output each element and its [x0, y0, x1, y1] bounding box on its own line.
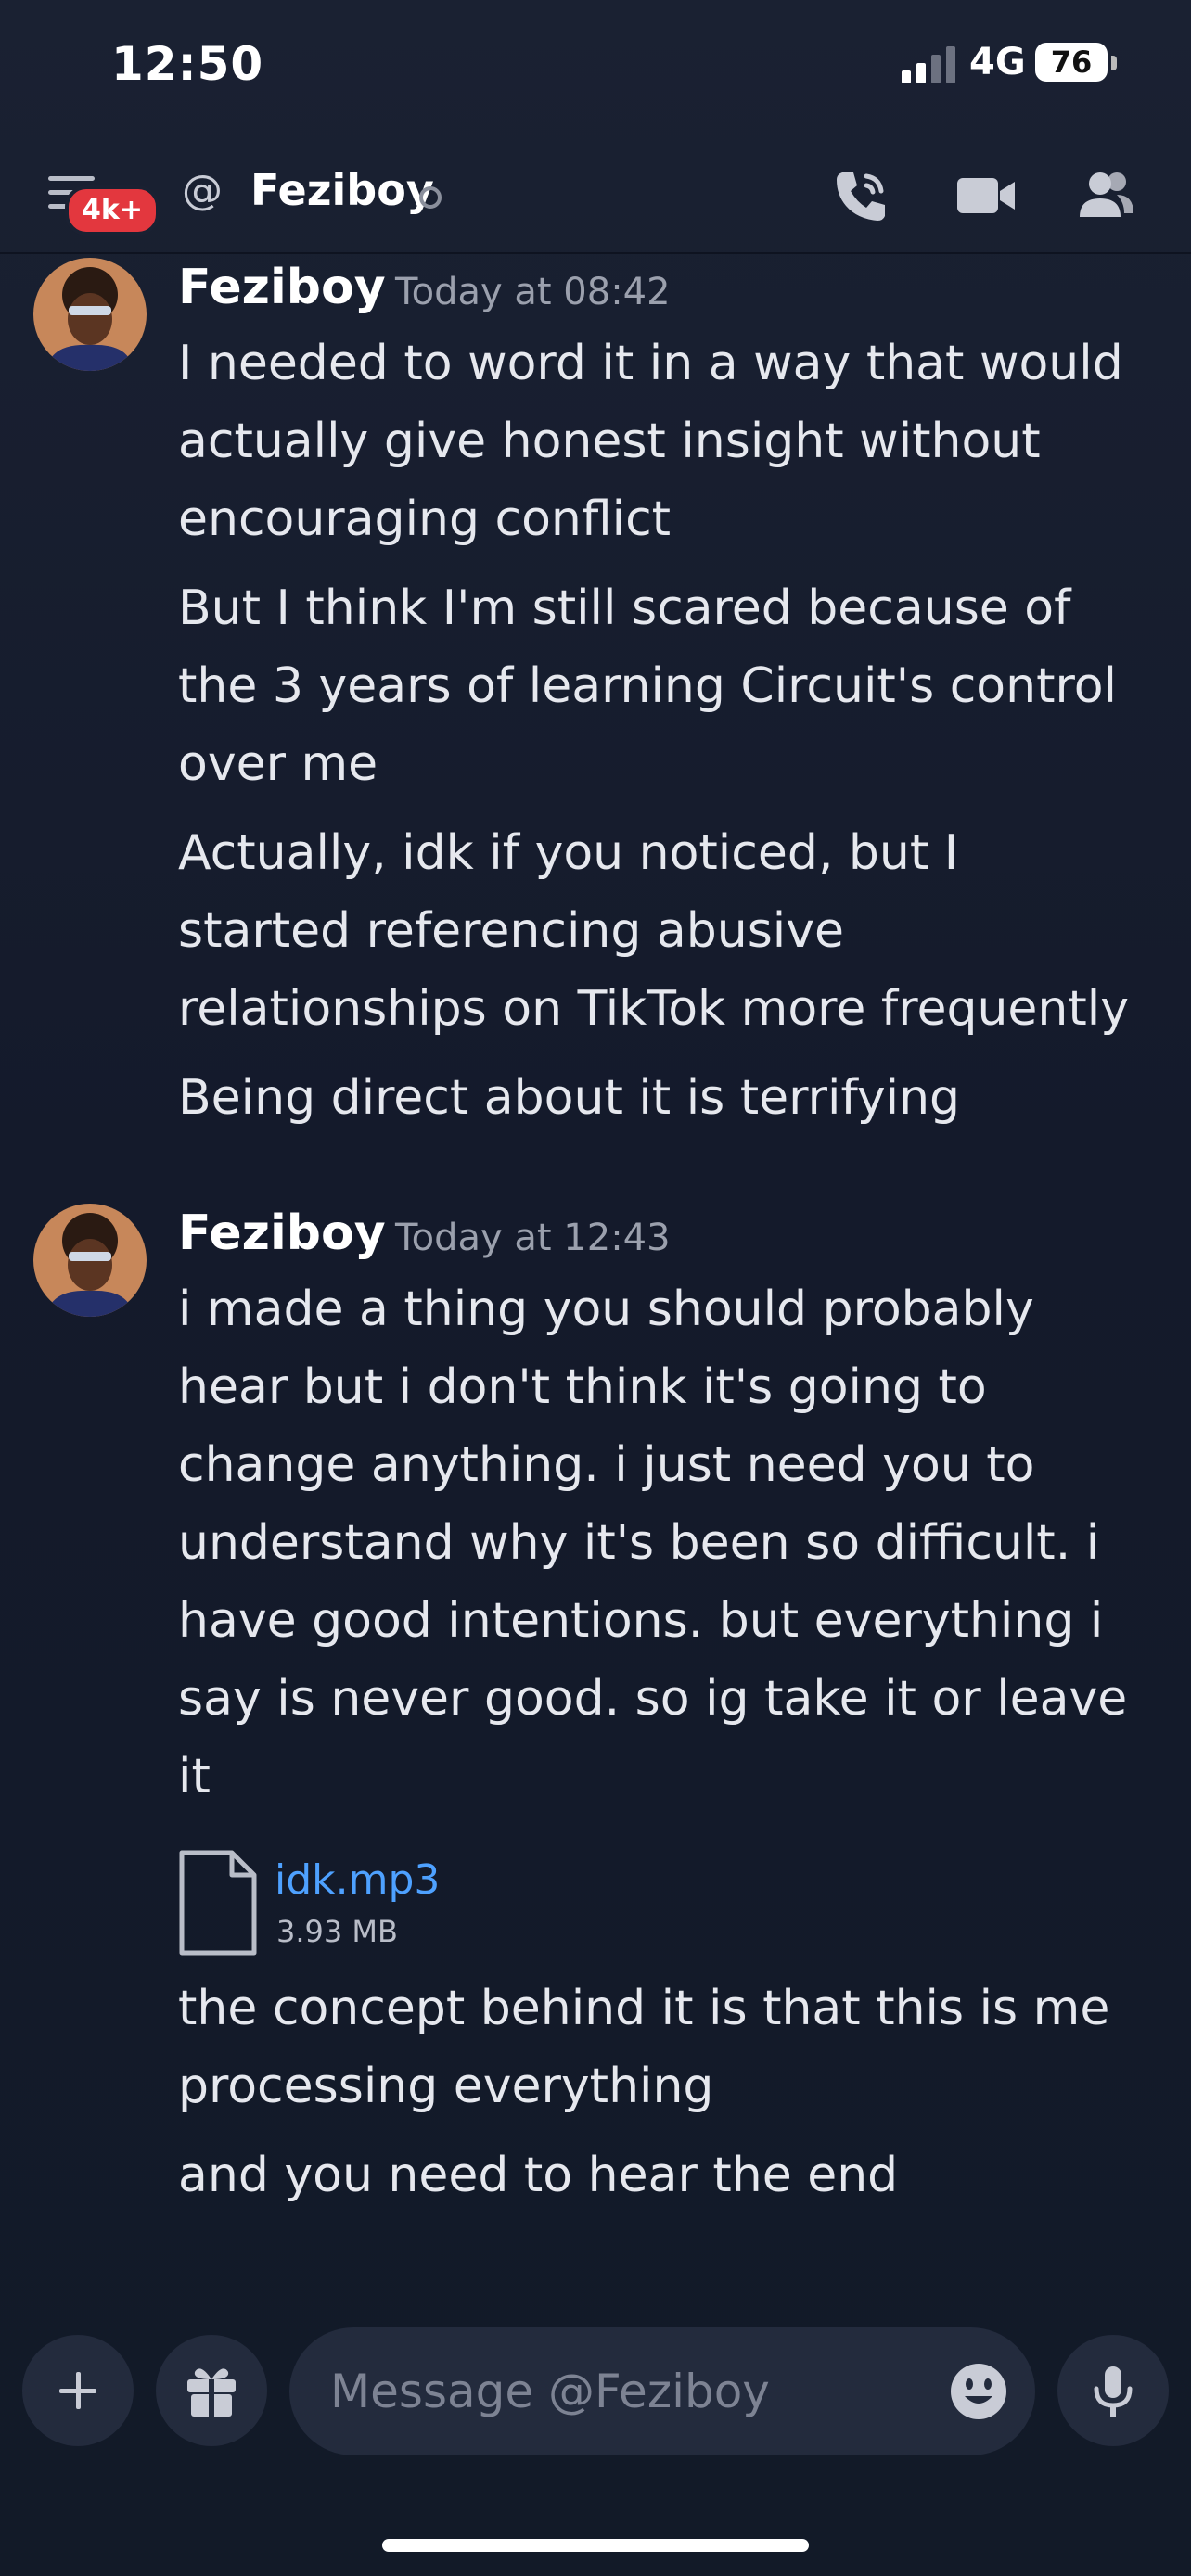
- add-attachment-button[interactable]: [22, 2335, 134, 2446]
- avatar-image: [33, 258, 147, 371]
- plus-icon: [59, 2372, 96, 2409]
- message-input[interactable]: [289, 2327, 1035, 2455]
- message-line: say is never good. so ig take it or leav…: [178, 1671, 1128, 1727]
- message-timestamp: Today at 08:42: [395, 271, 671, 313]
- unread-badge: 4k+: [65, 185, 160, 236]
- attachment-file-size: 3.93 MB: [276, 1914, 398, 1949]
- signal-bars-icon: [902, 46, 955, 83]
- message-author[interactable]: Feziboy: [178, 260, 386, 315]
- video-camera-icon[interactable]: [954, 163, 1018, 228]
- message-line: processing everything: [178, 2059, 714, 2114]
- message-line: over me: [178, 736, 378, 792]
- battery-level: 76: [1035, 43, 1108, 82]
- message-composer: [0, 2318, 1191, 2467]
- message-author[interactable]: Feziboy: [178, 1205, 386, 1261]
- emoji-icon[interactable]: [946, 2359, 1011, 2424]
- message-line: Being direct about it is terrifying: [178, 1070, 961, 1126]
- voice-message-button[interactable]: [1057, 2335, 1169, 2446]
- message-line: have good intentions. but everything i: [178, 1593, 1104, 1649]
- message-line: it: [178, 1749, 211, 1804]
- avatar-image: [33, 1204, 147, 1317]
- gift-icon: [187, 2368, 236, 2417]
- message-line: the 3 years of learning Circuit's contro…: [178, 658, 1117, 714]
- message-line: and you need to hear the end: [178, 2148, 899, 2203]
- message-line: started referencing abusive: [178, 903, 845, 959]
- status-bar: 12:50 4G 76: [0, 0, 1191, 139]
- message-line: hear but i don't think it's going to: [178, 1359, 987, 1415]
- attachment-file-name[interactable]: idk.mp3: [275, 1856, 440, 1904]
- avatar[interactable]: [33, 258, 147, 371]
- status-time: 12:50: [111, 37, 264, 91]
- gift-button[interactable]: [156, 2335, 267, 2446]
- network-type: 4G: [969, 41, 1026, 83]
- message-line: relationships on TikTok more frequently: [178, 981, 1129, 1037]
- home-indicator[interactable]: [382, 2539, 809, 2552]
- message-line: encouraging conflict: [178, 491, 672, 547]
- phone-call-icon[interactable]: [829, 163, 894, 228]
- file-icon[interactable]: [178, 1849, 258, 1957]
- message-line: I needed to word it in a way that would: [178, 336, 1123, 391]
- message-line: Actually, idk if you noticed, but I: [178, 825, 959, 881]
- offline-status-icon: [419, 186, 442, 209]
- message-line: actually give honest insight without: [178, 414, 1041, 469]
- channel-header: 4k+ @ Feziboy: [0, 139, 1191, 254]
- avatar[interactable]: [33, 1204, 147, 1317]
- message-line: the concept behind it is that this is me: [178, 1981, 1110, 2036]
- battery-nub: [1111, 56, 1117, 70]
- message-line: understand why it's been so difficult. i: [178, 1515, 1100, 1571]
- message-timestamp: Today at 12:43: [395, 1217, 671, 1259]
- microphone-icon: [1094, 2366, 1133, 2417]
- members-icon[interactable]: [1074, 163, 1139, 228]
- channel-title[interactable]: Feziboy: [250, 165, 434, 215]
- message-line: change anything. i just need you to: [178, 1437, 1035, 1493]
- message-line: i made a thing you should probably: [178, 1282, 1034, 1337]
- at-sign-icon: @: [182, 167, 223, 214]
- message-line: But I think I'm still scared because of: [178, 580, 1071, 636]
